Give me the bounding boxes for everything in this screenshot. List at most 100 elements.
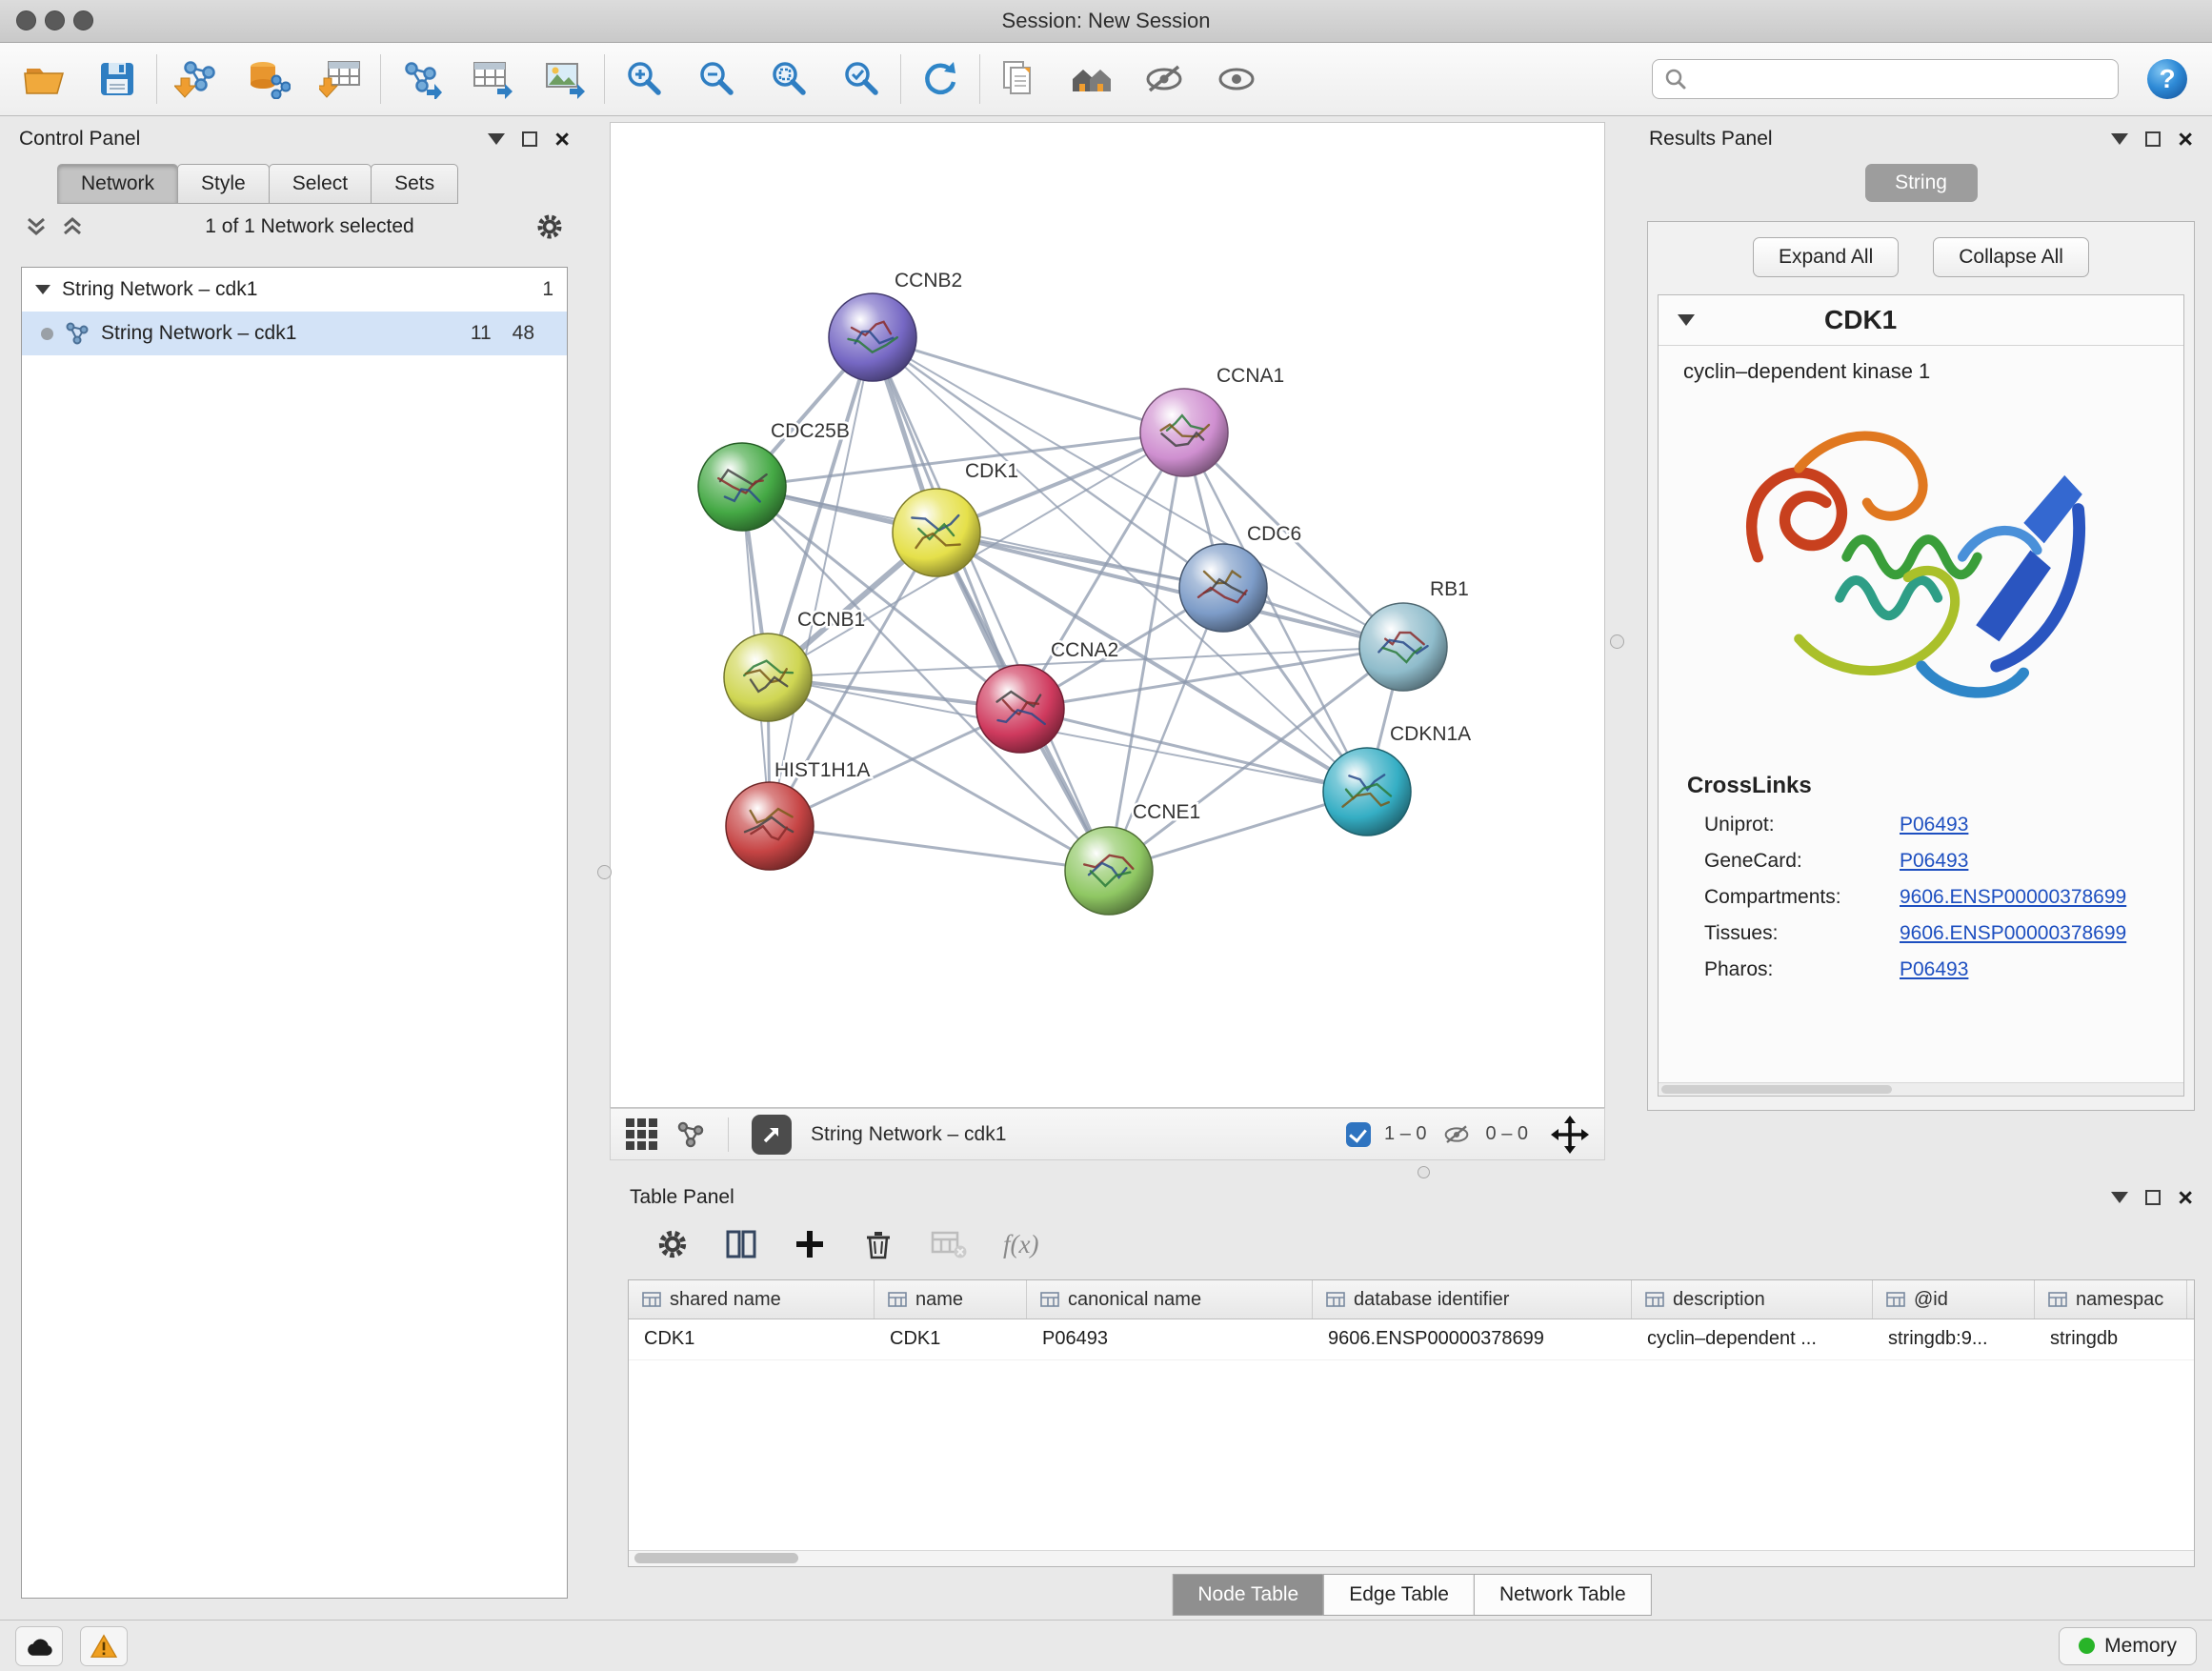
zoom-out-button[interactable] (693, 53, 740, 105)
edge-CCNB2-CCNA1[interactable] (873, 337, 1184, 433)
import-network-file-button[interactable] (172, 53, 220, 105)
hide-selected-button[interactable] (1140, 53, 1188, 105)
table-cell[interactable]: cyclin–dependent ... (1632, 1319, 1873, 1359)
edge-CCNB2-CCNE1[interactable] (873, 337, 1109, 871)
close-window-button[interactable] (16, 10, 36, 30)
node-CDC6[interactable] (1179, 544, 1267, 632)
table-scrollbar-thumb[interactable] (634, 1553, 798, 1563)
collapse-all-button[interactable]: Collapse All (1933, 237, 2089, 277)
tab-edge-table[interactable]: Edge Table (1323, 1574, 1475, 1616)
network-overview-icon[interactable] (676, 1120, 705, 1149)
node-CDKN1A[interactable] (1323, 748, 1411, 836)
function-builder-button[interactable]: f(x) (1003, 1230, 1038, 1259)
tab-node-table[interactable]: Node Table (1172, 1574, 1324, 1616)
collapse-all-icon[interactable] (61, 215, 84, 238)
table-cell[interactable]: stringdb (2035, 1319, 2187, 1359)
memory-button[interactable]: Memory (2059, 1627, 2197, 1665)
export-image-button[interactable] (541, 53, 589, 105)
node-CCNA1[interactable] (1140, 389, 1228, 476)
crosslink-value-link[interactable]: P06493 (1900, 814, 1968, 836)
column-header-shared-name[interactable]: shared name (629, 1280, 875, 1319)
network-row[interactable]: String Network – cdk1 11 48 (22, 312, 567, 355)
float-panel-icon[interactable] (522, 131, 537, 147)
table-cell[interactable]: CDK1 (875, 1319, 1027, 1359)
close-panel-icon[interactable]: × (554, 131, 570, 147)
export-network-button[interactable] (396, 53, 444, 105)
column-header-name[interactable]: name (875, 1280, 1027, 1319)
edge-HIST1H1A-CCNE1[interactable] (770, 826, 1109, 871)
table-float-panel-icon[interactable] (2145, 1190, 2161, 1205)
zoom-selected-button[interactable] (837, 53, 885, 105)
expand-all-icon[interactable] (25, 215, 48, 238)
network-graph[interactable]: CCNB2CCNA1CDC25BCDK1CDC6RB1CCNB1CCNA2CDK… (611, 123, 1604, 1107)
table-settings-gear-icon[interactable] (656, 1228, 689, 1260)
tab-network-table[interactable]: Network Table (1474, 1574, 1652, 1616)
crosslink-value-link[interactable]: P06493 (1900, 958, 1968, 981)
crosslink-value-link[interactable]: 9606.ENSP00000378699 (1900, 922, 2126, 945)
cloud-status-button[interactable] (15, 1626, 63, 1666)
save-session-button[interactable] (93, 53, 141, 105)
birds-eye-view-icon[interactable] (626, 1118, 657, 1150)
show-all-button[interactable] (1213, 53, 1260, 105)
edge-CCNA2-CDKN1A[interactable] (1020, 709, 1367, 792)
zoom-in-button[interactable] (620, 53, 668, 105)
import-table-button[interactable] (317, 53, 365, 105)
tab-style[interactable]: Style (177, 164, 270, 204)
add-column-icon[interactable] (794, 1228, 826, 1260)
column-header-namespac[interactable]: namespac (2035, 1280, 2187, 1319)
search-input[interactable] (1697, 68, 2106, 91)
panel-menu-icon[interactable] (488, 133, 505, 145)
edge-CCNB2-HIST1H1A[interactable] (770, 337, 873, 826)
left-splitter-handle[interactable] (597, 865, 612, 879)
first-neighbors-button[interactable] (1068, 53, 1116, 105)
zoom-window-button[interactable] (73, 10, 93, 30)
network-collection-row[interactable]: String Network – cdk1 1 (22, 268, 567, 312)
bottom-splitter-handle[interactable] (1418, 1166, 1430, 1178)
node-CDC25B[interactable] (698, 443, 786, 531)
import-network-database-button[interactable] (245, 53, 292, 105)
expand-all-button[interactable]: Expand All (1753, 237, 1899, 277)
results-close-panel-icon[interactable]: × (2178, 131, 2193, 147)
open-session-button[interactable] (21, 53, 69, 105)
right-splitter-handle[interactable] (1610, 634, 1624, 649)
detach-view-button[interactable] (752, 1115, 792, 1155)
network-view[interactable]: CCNB2CCNA1CDC25BCDK1CDC6RB1CCNB1CCNA2CDK… (610, 122, 1605, 1108)
card-scrollbar-thumb[interactable] (1661, 1085, 1892, 1094)
crosslink-value-link[interactable]: P06493 (1900, 850, 1968, 873)
card-horizontal-scrollbar[interactable] (1659, 1082, 2183, 1096)
zoom-fit-button[interactable] (765, 53, 813, 105)
results-panel-menu-icon[interactable] (2111, 133, 2128, 145)
node-CCNE1[interactable] (1065, 827, 1153, 915)
node-CCNA2[interactable] (976, 665, 1064, 753)
collection-disclosure-icon[interactable] (35, 285, 50, 294)
tab-select[interactable]: Select (269, 164, 372, 204)
tab-network[interactable]: Network (57, 164, 178, 204)
protein-disclosure-icon[interactable] (1678, 314, 1695, 326)
node-CCNB2[interactable] (829, 293, 916, 381)
table-cell[interactable]: stringdb:9... (1873, 1319, 2035, 1359)
delete-column-icon[interactable] (862, 1228, 895, 1260)
pan-move-icon[interactable] (1551, 1116, 1589, 1154)
show-columns-icon[interactable] (725, 1228, 757, 1260)
minimize-window-button[interactable] (45, 10, 65, 30)
node-RB1[interactable] (1359, 603, 1447, 691)
column-header-@id[interactable]: @id (1873, 1280, 2035, 1319)
export-table-button[interactable] (469, 53, 516, 105)
open-annotation-button[interactable] (995, 53, 1043, 105)
results-float-panel-icon[interactable] (2145, 131, 2161, 147)
table-cell[interactable]: P06493 (1027, 1319, 1313, 1359)
table-cell[interactable]: 9606.ENSP00000378699 (1313, 1319, 1632, 1359)
node-HIST1H1A[interactable] (726, 782, 814, 870)
column-header-database-identifier[interactable]: database identifier (1313, 1280, 1632, 1319)
table-horizontal-scrollbar[interactable] (629, 1550, 2194, 1566)
help-button[interactable]: ? (2143, 53, 2191, 105)
warnings-button[interactable] (80, 1626, 128, 1666)
selected-checkbox-icon[interactable] (1346, 1122, 1371, 1147)
crosslink-value-link[interactable]: 9606.ENSP00000378699 (1900, 886, 2126, 909)
table-cell[interactable]: CDK1 (629, 1319, 875, 1359)
tab-string[interactable]: String (1865, 164, 1978, 202)
column-header-description[interactable]: description (1632, 1280, 1873, 1319)
apply-layout-button[interactable] (916, 53, 964, 105)
table-panel-menu-icon[interactable] (2111, 1192, 2128, 1203)
column-header-canonical-name[interactable]: canonical name (1027, 1280, 1313, 1319)
